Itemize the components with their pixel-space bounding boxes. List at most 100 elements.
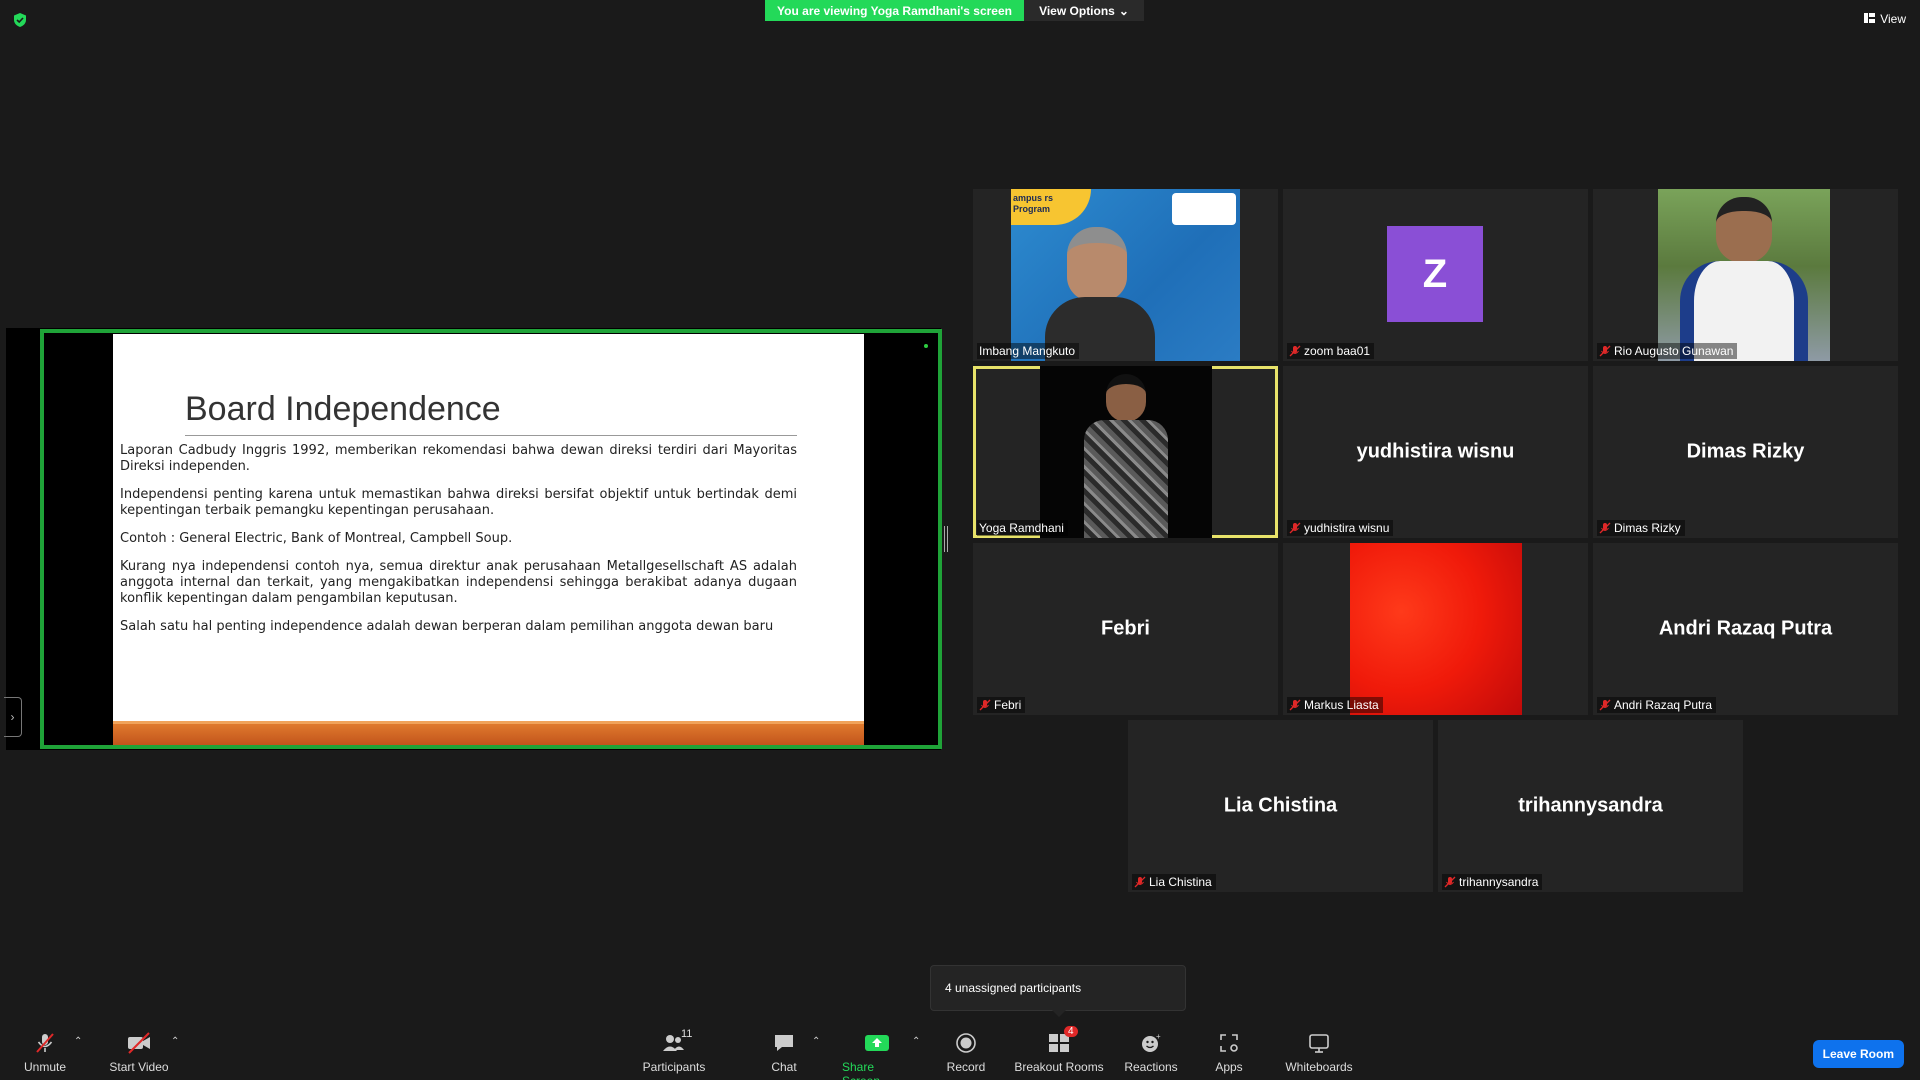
slide-title-rule <box>185 435 797 436</box>
record-button[interactable]: Record <box>947 1030 985 1074</box>
participants-count: 11 <box>681 1028 693 1040</box>
apps-button[interactable]: Apps <box>1215 1030 1243 1074</box>
participant-display-name: yudhistira wisnu <box>1356 440 1515 463</box>
participant-tile[interactable]: yudhistira wisnu yudhistira wisnu <box>1283 366 1588 538</box>
mic-muted-icon <box>1289 522 1301 534</box>
share-options-caret-icon[interactable]: ⌃ <box>912 1036 920 1047</box>
participant-name-label: Markus Liasta <box>1287 697 1383 713</box>
recording-indicator-dot <box>924 344 928 348</box>
tooltip-arrow <box>1052 1010 1066 1017</box>
participant-tile[interactable]: Dimas Rizky Dimas Rizky <box>1593 366 1898 538</box>
logo-panel <box>1172 193 1236 225</box>
person-head <box>1106 374 1146 422</box>
participants-button[interactable]: 11 Participants <box>641 1028 707 1074</box>
person-batik-shirt <box>1084 420 1168 538</box>
chevron-right-icon: › <box>10 710 15 724</box>
participant-name-label: Imbang Mangkuto <box>977 343 1080 359</box>
mic-muted-icon <box>1444 876 1456 888</box>
side-panel-expand-button[interactable]: › <box>4 697 22 737</box>
participant-display-name: trihannysandra <box>1518 794 1663 817</box>
grid-view-icon <box>1864 12 1876 26</box>
participant-video: ampus rs Program <box>1011 189 1240 361</box>
view-button[interactable]: View <box>1864 12 1906 26</box>
participant-video <box>1350 543 1522 715</box>
participant-name-label: Yoga Ramdhani <box>977 520 1068 536</box>
breakout-rooms-badge: 4 <box>1064 1026 1078 1037</box>
zoom-meeting-window: You are viewing Yoga Ramdhani's screen V… <box>0 0 1920 1080</box>
participant-tile[interactable]: Z zoom baa01 <box>1283 189 1588 361</box>
participant-tile-active-speaker[interactable]: Yoga Ramdhani <box>973 366 1278 538</box>
participant-name-label: Dimas Rizky <box>1597 520 1685 536</box>
viewing-screen-banner: You are viewing Yoga Ramdhani's screen <box>765 0 1024 21</box>
slide-title: Board Independence <box>185 390 501 428</box>
participant-name-label: Lia Chistina <box>1132 874 1216 890</box>
mic-muted-icon <box>1599 345 1611 357</box>
slide-footer-bar <box>113 721 864 745</box>
security-shield-icon[interactable] <box>12 12 28 28</box>
mic-muted-icon <box>1599 699 1611 711</box>
video-banner-text: ampus rs Program <box>1013 193 1054 214</box>
mic-muted-icon <box>1599 522 1611 534</box>
participant-tile[interactable]: Rio Augusto Gunawan <box>1593 189 1898 361</box>
participant-name-label: Andri Razaq Putra <box>1597 697 1717 713</box>
participant-name-label: Rio Augusto Gunawan <box>1597 343 1738 359</box>
participant-display-name: Febri <box>1101 617 1150 640</box>
mic-muted-icon <box>1134 876 1146 888</box>
start-video-label: Start Video <box>109 1060 169 1074</box>
leave-room-button[interactable]: Leave Room <box>1812 1040 1904 1068</box>
svg-text:+: + <box>1156 1032 1161 1041</box>
reactions-button[interactable]: + Reactions <box>1124 1030 1177 1074</box>
meeting-toolbar: Unmute ⌃ Start Video ⌃ 11 Participants C… <box>0 1024 1920 1080</box>
breakout-rooms-label: Breakout Rooms <box>1014 1060 1104 1074</box>
participant-tile[interactable]: Andri Razaq Putra Andri Razaq Putra <box>1593 543 1898 715</box>
chat-button[interactable]: Chat <box>770 1030 798 1074</box>
participant-video <box>1658 189 1830 361</box>
participant-display-name: Andri Razaq Putra <box>1658 617 1833 640</box>
chat-label: Chat <box>771 1060 797 1074</box>
video-off-icon <box>126 1030 152 1056</box>
participant-avatar: Z <box>1387 226 1483 322</box>
unmute-button[interactable]: Unmute <box>22 1030 68 1074</box>
start-video-button[interactable]: Start Video <box>107 1030 171 1074</box>
share-screen-button[interactable]: Share Screen <box>842 1030 912 1080</box>
slide-paragraph: Kurang nya independensi contoh nya, semu… <box>120 559 797 606</box>
record-icon <box>953 1030 979 1056</box>
view-options-button[interactable]: View Options ⌄ <box>1024 0 1144 21</box>
slide-paragraph: Salah satu hal penting independence adal… <box>120 619 774 634</box>
participant-tile[interactable]: ampus rs Program Imbang Mangkuto <box>973 189 1278 361</box>
apps-label: Apps <box>1215 1060 1243 1074</box>
unmute-label: Unmute <box>23 1060 67 1074</box>
slide-paragraph: Laporan Cadbudy Inggris 1992, memberikan… <box>120 443 797 474</box>
participant-tile[interactable]: Lia Chistina Lia Chistina <box>1128 720 1433 892</box>
participant-name-label: yudhistira wisnu <box>1287 520 1394 536</box>
chat-bubble-icon <box>771 1030 797 1056</box>
chevron-down-icon: ⌄ <box>1118 3 1129 18</box>
slide-paragraph: Independensi penting karena untuk memast… <box>120 487 797 518</box>
video-options-caret-icon[interactable]: ⌃ <box>171 1036 179 1047</box>
presentation-slide: Board Independence Laporan Cadbudy Inggr… <box>113 334 864 745</box>
view-options-label: View Options <box>1039 3 1115 18</box>
participant-tile[interactable]: trihannysandra trihannysandra <box>1438 720 1743 892</box>
mic-muted-icon <box>979 699 991 711</box>
participants-icon: 11 <box>661 1028 692 1056</box>
audio-options-caret-icon[interactable]: ⌃ <box>74 1036 82 1047</box>
participant-display-name: Lia Chistina <box>1223 794 1338 817</box>
slide-paragraph: Contoh : General Electric, Bank of Montr… <box>120 531 513 546</box>
participant-name-label: Febri <box>977 697 1026 713</box>
share-screen-label: Share Screen <box>842 1060 880 1080</box>
participant-display-name: Dimas Rizky <box>1686 440 1805 463</box>
breakout-rooms-icon: 4 <box>1046 1026 1078 1056</box>
participant-tile[interactable]: Febri Febri <box>973 543 1278 715</box>
split-view-drag-handle[interactable] <box>944 526 948 552</box>
whiteboard-icon <box>1306 1030 1332 1056</box>
apps-icon <box>1216 1030 1242 1056</box>
breakout-rooms-button[interactable]: 4 Breakout Rooms <box>1014 1026 1104 1074</box>
participant-tile[interactable]: Markus Liasta <box>1283 543 1588 715</box>
unassigned-participants-tooltip: 4 unassigned participants <box>930 965 1186 1011</box>
share-screen-icon <box>864 1030 890 1056</box>
mic-muted-icon <box>1289 699 1301 711</box>
chat-options-caret-icon[interactable]: ⌃ <box>812 1036 820 1047</box>
participant-name-label: trihannysandra <box>1442 874 1543 890</box>
whiteboards-button[interactable]: Whiteboards <box>1283 1030 1355 1074</box>
person-head <box>1716 197 1772 263</box>
